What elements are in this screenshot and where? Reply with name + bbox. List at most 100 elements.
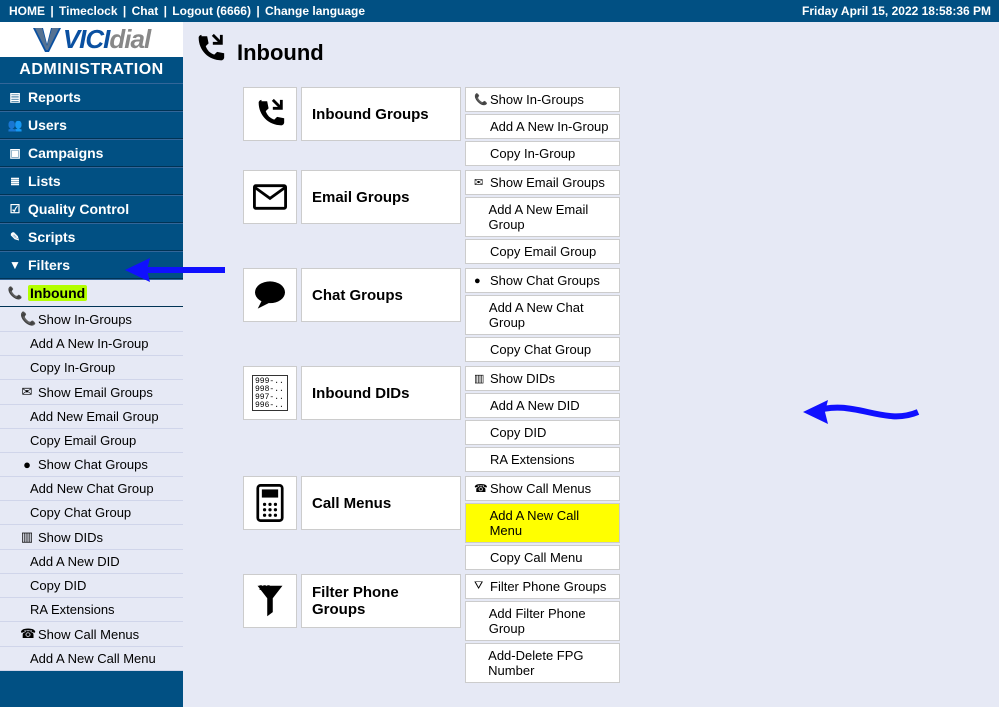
section-label: Filter Phone Groups [301,574,461,628]
sub-add-callmenu[interactable]: Add A New Call Menu [0,647,183,671]
sidebar-item-filters[interactable]: ▼ Filters [0,251,183,279]
sidebar-item-label: Quality Control [28,201,129,217]
link-show-fpg[interactable]: ⛛Filter Phone Groups [465,574,620,599]
mail-icon [243,170,297,224]
campaigns-icon: ▣ [8,146,22,160]
sidebar-item-label: Users [28,117,67,133]
link-show-email[interactable]: ✉Show Email Groups [465,170,620,195]
page-title: Inbound [237,40,324,66]
link-add-did[interactable]: Add A New DID [465,393,620,418]
logo-v-icon [33,28,61,52]
mail-icon: ✉ [474,176,486,189]
sidebar-submenu: 📞Show In-Groups Add A New In-Group Copy … [0,307,183,671]
link-show-ingroups[interactable]: 📞Show In-Groups [465,87,620,112]
admin-title: ADMINISTRATION [0,57,183,83]
callmenu-icon: ☎ [474,482,486,495]
sidebar-item-label: Inbound [28,285,87,301]
filter-icon: ▼ [8,258,22,272]
sidebar-item-lists[interactable]: ≣ Lists [0,167,183,195]
callmenu-icon: ☎ [20,626,34,642]
filter-icon: ⛛ [474,580,486,593]
top-link-chat[interactable]: Chat [132,4,159,18]
sub-add-ingroup[interactable]: Add A New In-Group [0,332,183,356]
sub-copy-ingroup[interactable]: Copy In-Group [0,356,183,380]
top-link-language[interactable]: Change language [265,4,365,18]
section-email-groups: Email Groups ✉Show Email Groups Add A Ne… [243,170,979,264]
phone-icon: 📞 [474,93,486,106]
top-links: HOME | Timeclock | Chat | Logout (6666) … [8,4,366,18]
top-link-home[interactable]: HOME [9,4,45,18]
sidebar-item-inbound[interactable]: 📞 Inbound [0,279,183,307]
callmenu-icon [243,476,297,530]
link-copy-callmenu[interactable]: Copy Call Menu [465,545,620,570]
link-show-dids[interactable]: ▥Show DIDs [465,366,620,391]
sub-copy-did[interactable]: Copy DID [0,574,183,598]
did-icon: ▥ [20,529,34,545]
chat-icon [243,268,297,322]
sidebar-item-scripts[interactable]: ✎ Scripts [0,223,183,251]
sub-show-dids[interactable]: ▥Show DIDs [0,525,183,550]
top-bar: HOME | Timeclock | Chat | Logout (6666) … [0,0,999,22]
logo: VICIdial [0,22,183,57]
top-datetime: Friday April 15, 2022 18:58:36 PM [802,4,991,18]
link-show-callmenus[interactable]: ☎Show Call Menus [465,476,620,501]
sub-copy-chat[interactable]: Copy Chat Group [0,501,183,525]
did-icon: 999-.. 998-.. 997-.. 996-.. [243,366,297,420]
sub-show-callmenus[interactable]: ☎Show Call Menus [0,622,183,647]
link-adddel-fpg[interactable]: Add-Delete FPG Number [465,643,620,683]
sidebar-item-qc[interactable]: ☑ Quality Control [0,195,183,223]
sub-add-did[interactable]: Add A New DID [0,550,183,574]
sidebar-item-label: Scripts [28,229,75,245]
top-link-timeclock[interactable]: Timeclock [59,4,117,18]
link-add-email[interactable]: Add A New Email Group [465,197,620,237]
sidebar: VICIdial ADMINISTRATION ▤ Reports 👥 User… [0,22,183,707]
sub-show-chat[interactable]: ●Show Chat Groups [0,453,183,477]
main-content: Inbound Inbound Groups 📞Show In-Groups A… [183,22,999,707]
link-copy-email[interactable]: Copy Email Group [465,239,620,264]
sub-show-email[interactable]: ✉Show Email Groups [0,380,183,405]
section-label: Inbound DIDs [301,366,461,420]
sidebar-item-label: Filters [28,257,70,273]
filter-phone-icon: 999 [243,574,297,628]
sidebar-item-reports[interactable]: ▤ Reports [0,83,183,111]
top-link-logout[interactable]: Logout (6666) [172,4,251,18]
sub-show-ingroups[interactable]: 📞Show In-Groups [0,307,183,332]
link-add-fpg[interactable]: Add Filter Phone Group [465,601,620,641]
section-inbound-groups: Inbound Groups 📞Show In-Groups Add A New… [243,87,979,166]
chat-icon: ● [20,457,34,472]
sub-ra-ext[interactable]: RA Extensions [0,598,183,622]
link-add-chat[interactable]: Add A New Chat Group [465,295,620,335]
sub-add-chat[interactable]: Add New Chat Group [0,477,183,501]
sidebar-item-label: Lists [28,173,61,189]
section-dids: 999-.. 998-.. 997-.. 996-.. Inbound DIDs… [243,366,979,472]
svg-text:999: 999 [259,585,271,592]
link-show-chat[interactable]: ●Show Chat Groups [465,268,620,293]
section-label: Email Groups [301,170,461,224]
section-chat-groups: Chat Groups ●Show Chat Groups Add A New … [243,268,979,362]
chat-icon: ● [474,275,486,287]
scripts-icon: ✎ [8,230,22,244]
link-add-callmenu[interactable]: Add A New Call Menu [465,503,620,543]
report-icon: ▤ [8,90,22,104]
sidebar-item-users[interactable]: 👥 Users [0,111,183,139]
link-copy-did[interactable]: Copy DID [465,420,620,445]
sidebar-item-campaigns[interactable]: ▣ Campaigns [0,139,183,167]
section-label: Call Menus [301,476,461,530]
link-copy-ingroup[interactable]: Copy In-Group [465,141,620,166]
sections: Inbound Groups 📞Show In-Groups Add A New… [243,87,979,683]
link-add-ingroup[interactable]: Add A New In-Group [465,114,620,139]
inbound-icon [193,32,227,73]
qc-icon: ☑ [8,202,22,216]
section-call-menus: Call Menus ☎Show Call Menus Add A New Ca… [243,476,979,570]
sub-add-email[interactable]: Add New Email Group [0,405,183,429]
sidebar-item-label: Campaigns [28,145,103,161]
phone-icon [243,87,297,141]
link-ra-ext[interactable]: RA Extensions [465,447,620,472]
link-copy-chat[interactable]: Copy Chat Group [465,337,620,362]
section-label: Inbound Groups [301,87,461,141]
lists-icon: ≣ [8,174,22,188]
phone-icon: 📞 [8,286,22,300]
sub-copy-email[interactable]: Copy Email Group [0,429,183,453]
sidebar-item-label: Reports [28,89,81,105]
section-label: Chat Groups [301,268,461,322]
